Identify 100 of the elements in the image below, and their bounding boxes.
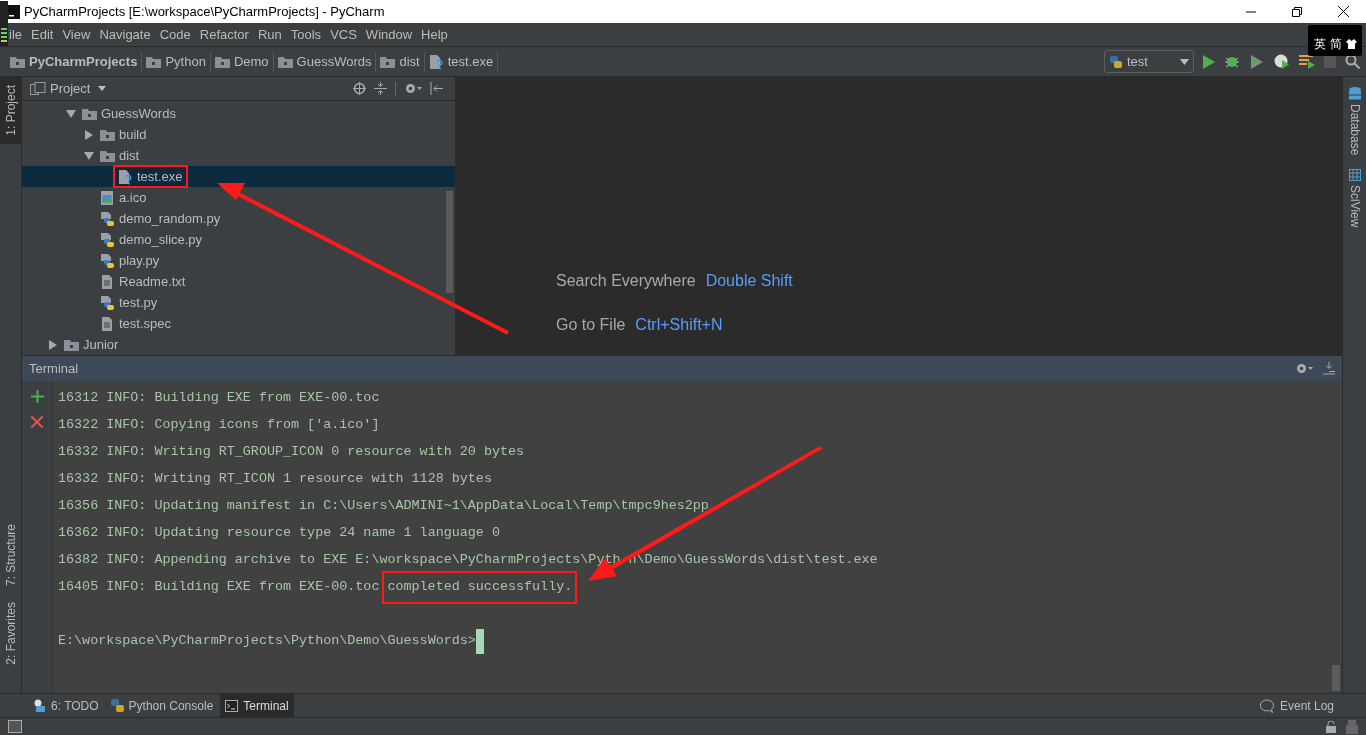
breadcrumb[interactable]: dist bbox=[380, 51, 425, 72]
file-name: a.ico bbox=[119, 188, 147, 207]
folder-icon bbox=[64, 338, 79, 351]
coverage-icon[interactable] bbox=[1249, 54, 1265, 69]
locate-icon[interactable] bbox=[353, 82, 366, 95]
file-name: test.py bbox=[119, 293, 158, 312]
terminal-line: 16405 INFO: Building EXE from EXE-00.toc bbox=[58, 578, 380, 597]
menu-item[interactable]: Edit bbox=[31, 24, 54, 45]
python-file-icon bbox=[100, 252, 115, 269]
tree-item[interactable]: GuessWords bbox=[22, 103, 455, 124]
input-mode-key[interactable]: 简 bbox=[1329, 35, 1342, 53]
side-tab[interactable]: 2: Favorites bbox=[0, 594, 22, 673]
breadcrumb-label: test.exe bbox=[447, 52, 494, 71]
hint-label: Go to File bbox=[556, 315, 626, 335]
folder-name: GuessWords bbox=[101, 104, 176, 123]
run-icon[interactable] bbox=[1203, 54, 1215, 69]
tree-item[interactable]: demo_slice.py bbox=[22, 229, 455, 250]
terminal-icon bbox=[225, 699, 239, 712]
input-method-widget[interactable]: 英 简 bbox=[1308, 25, 1362, 56]
unknown-file-icon bbox=[118, 168, 133, 185]
add-icon[interactable] bbox=[30, 390, 44, 403]
terminal-line: 16332 INFO: Writing RT_GROUP_ICON 0 resource with 20 bytes bbox=[58, 443, 525, 462]
run-config-dropdown[interactable]: test bbox=[1104, 50, 1194, 73]
profile-icon[interactable] bbox=[1274, 54, 1290, 69]
tree-item[interactable]: test.spec bbox=[22, 313, 455, 334]
tree-item[interactable]: test.py bbox=[22, 292, 455, 313]
tree-item[interactable]: a.ico bbox=[22, 187, 455, 208]
menu-item[interactable]: Help bbox=[421, 24, 448, 45]
terminal-line: 16382 INFO: Appending archive to EXE E:\workspace\PyCharmProjects\Pyth bbox=[58, 551, 621, 570]
tool-window-tab[interactable]: Python Console bbox=[105, 694, 219, 717]
menu-item[interactable]: Window bbox=[365, 24, 413, 45]
tree-item[interactable]: dist bbox=[22, 145, 455, 166]
breadcrumb[interactable]: test.exe bbox=[428, 51, 499, 72]
side-tab[interactable]: SciView bbox=[1345, 169, 1364, 228]
folder-icon bbox=[380, 55, 396, 68]
menu-item[interactable]: Tools bbox=[290, 24, 322, 45]
text-file-icon bbox=[100, 273, 115, 290]
highlighted-text: completed successfully. bbox=[382, 571, 578, 604]
shirt-icon[interactable] bbox=[1345, 39, 1357, 49]
menu-item[interactable]: View bbox=[62, 24, 91, 45]
tree-item[interactable]: Junior bbox=[22, 334, 455, 355]
folder-name: dist bbox=[119, 146, 140, 165]
todo-icon bbox=[33, 699, 46, 712]
breadcrumb[interactable]: GuessWords bbox=[277, 51, 377, 72]
hide-panel-icon[interactable] bbox=[430, 82, 443, 95]
table-icon bbox=[1348, 169, 1361, 182]
expanded-arrow-icon[interactable] bbox=[66, 108, 76, 119]
tree-item[interactable]: demo_random.py bbox=[22, 208, 455, 229]
file-name: demo_slice.py bbox=[119, 230, 203, 249]
expanded-arrow-icon[interactable] bbox=[84, 150, 94, 161]
breadcrumb[interactable]: Demo bbox=[214, 51, 274, 72]
menu-item[interactable]: Navigate bbox=[99, 24, 151, 45]
close-icon[interactable] bbox=[31, 416, 43, 428]
hide-panel-icon[interactable] bbox=[1323, 362, 1335, 375]
python-file-icon bbox=[100, 294, 115, 311]
project-view-dropdown[interactable]: Project bbox=[50, 78, 107, 99]
terminal-title: Terminal bbox=[29, 359, 79, 378]
unlock-icon[interactable] bbox=[1326, 720, 1336, 733]
breadcrumb-label: Demo bbox=[233, 52, 269, 71]
breadcrumb[interactable]: Python bbox=[146, 51, 211, 72]
input-mode-key[interactable]: 英 bbox=[1313, 35, 1326, 53]
project-view-icon bbox=[30, 81, 46, 96]
terminal-line: 16322 INFO: Copying icons from ['a.ico'] bbox=[58, 416, 380, 435]
side-tab[interactable]: 7: Structure bbox=[0, 516, 22, 595]
terminal-prompt: E:\workspace\PyCharmProjects\Python\Demo\GuessWords> bbox=[58, 632, 476, 651]
menu-item[interactable]: Run bbox=[257, 24, 282, 45]
settings-icon[interactable] bbox=[404, 82, 422, 95]
debug-icon[interactable] bbox=[1224, 54, 1240, 69]
layout-toggle-icon[interactable] bbox=[8, 720, 22, 733]
menu-item[interactable]: VCS bbox=[330, 24, 357, 45]
tree-item[interactable]: play.py bbox=[22, 250, 455, 271]
tree-item[interactable]: build bbox=[22, 124, 455, 145]
collapsed-arrow-icon[interactable] bbox=[84, 129, 94, 140]
side-tab[interactable]: 1: Project bbox=[0, 77, 22, 144]
python-icon bbox=[110, 699, 124, 712]
scrollbar-thumb[interactable] bbox=[446, 191, 453, 293]
folder-icon bbox=[10, 55, 25, 68]
tool-window-tab[interactable]: Terminal bbox=[220, 694, 294, 717]
collapse-all-icon[interactable] bbox=[374, 82, 387, 95]
image-file-icon bbox=[100, 189, 115, 206]
menu-item[interactable]: Code bbox=[159, 24, 191, 45]
breadcrumb[interactable]: PyCharmProjects bbox=[10, 51, 143, 72]
menu-item[interactable]: Refactor bbox=[199, 24, 249, 45]
tree-item[interactable]: Readme.txt bbox=[22, 271, 455, 292]
settings-icon[interactable] bbox=[1295, 362, 1313, 375]
scrollbar-thumb[interactable] bbox=[1332, 665, 1340, 691]
collapsed-arrow-icon[interactable] bbox=[48, 339, 58, 350]
python-file-icon bbox=[100, 210, 115, 227]
tool-window-tab[interactable]: 6: TODO bbox=[28, 694, 104, 717]
folder-icon bbox=[214, 55, 230, 68]
search-icon[interactable] bbox=[1345, 54, 1360, 69]
side-tab[interactable]: Database bbox=[1345, 87, 1364, 156]
menu-item[interactable]: ile bbox=[9, 24, 22, 45]
tree-item[interactable]: test.exe bbox=[22, 166, 455, 187]
folder-icon bbox=[146, 55, 162, 68]
event-log-button[interactable]: Event Log bbox=[1259, 696, 1334, 715]
speech-bubble-icon bbox=[1259, 698, 1275, 713]
hint-label: Search Everywhere bbox=[556, 271, 696, 291]
text-cursor bbox=[475, 629, 484, 654]
file-name: Readme.txt bbox=[119, 272, 186, 291]
